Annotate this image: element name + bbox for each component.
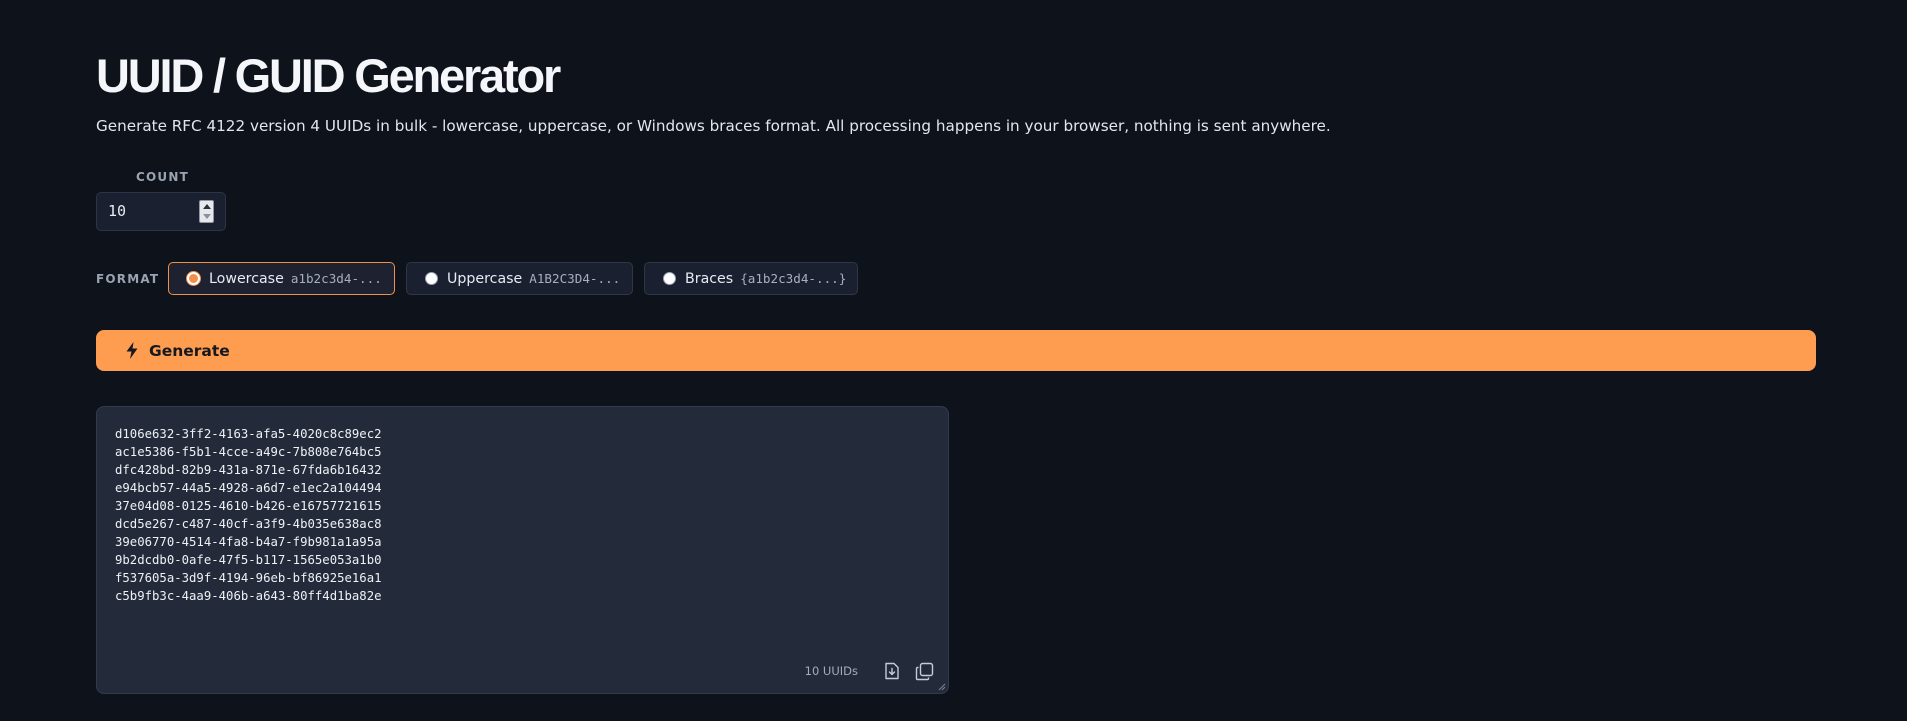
decrement-arrow-icon[interactable] — [203, 214, 211, 219]
copy-button[interactable] — [914, 661, 934, 681]
generate-label: Generate — [149, 341, 230, 360]
count-label: COUNT — [136, 170, 189, 184]
increment-arrow-icon[interactable] — [203, 204, 211, 209]
uuid-count: 10 UUIDs — [804, 664, 858, 678]
format-option-example: {a1b2c3d4-...} — [740, 271, 847, 286]
format-selector: FORMAT Lowercase a1b2c3d4-... Uppercase … — [96, 262, 996, 295]
format-option-example: A1B2C3D4-... — [529, 271, 621, 286]
resize-handle-icon[interactable] — [938, 683, 946, 691]
format-option-label: Lowercase — [209, 270, 284, 287]
page-description: Generate RFC 4122 version 4 UUIDs in bul… — [96, 117, 1331, 135]
format-option-example: a1b2c3d4-... — [290, 271, 382, 286]
format-option-lowercase[interactable]: Lowercase a1b2c3d4-... — [168, 262, 395, 295]
generate-button[interactable]: Generate — [96, 330, 1816, 371]
radio-selected-icon[interactable] — [187, 272, 200, 285]
format-option-label: Uppercase — [447, 270, 523, 287]
format-label: FORMAT — [96, 272, 160, 286]
download-icon — [885, 662, 899, 680]
format-option-braces[interactable]: Braces {a1b2c3d4-...} — [644, 262, 858, 295]
copy-icon — [915, 662, 933, 680]
radio-unselected-icon[interactable] — [425, 272, 438, 285]
format-option-uppercase[interactable]: Uppercase A1B2C3D4-... — [406, 262, 633, 295]
download-button[interactable] — [882, 661, 902, 681]
count-value[interactable]: 10 — [108, 202, 126, 220]
uuid-output-text[interactable]: d106e632-3ff2-4163-afa5-4020c8c89ec2 ac1… — [115, 425, 382, 605]
count-input[interactable]: 10 — [96, 192, 226, 231]
lightning-bolt-icon — [126, 342, 138, 359]
page-title: UUID / GUID Generator — [96, 49, 561, 102]
output-footer: 10 UUIDs — [805, 661, 934, 681]
radio-unselected-icon[interactable] — [663, 272, 676, 285]
uuid-output[interactable]: d106e632-3ff2-4163-afa5-4020c8c89ec2 ac1… — [96, 406, 949, 694]
count-stepper[interactable] — [199, 200, 214, 223]
format-option-label: Braces — [685, 270, 734, 287]
